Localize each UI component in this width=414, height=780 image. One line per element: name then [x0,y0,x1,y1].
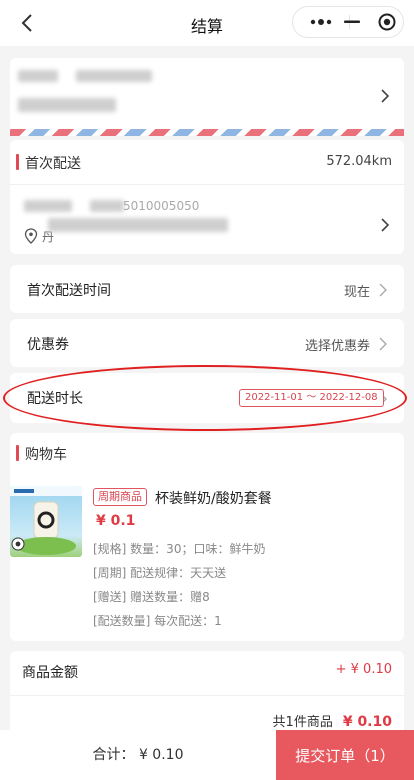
duration-label: 配送时长 [27,391,83,407]
item-count: 共1件商品 [272,715,333,730]
first-time-value: 现在 [343,285,370,300]
product-gift: [赠送] 赠送数量：赠8 [93,590,210,604]
mini-program-capsule [292,6,404,38]
cart-title: 购物车 [25,447,67,463]
goods-amount-label: 商品金额 [22,665,78,681]
cart-total-line: 共1件商品 ¥ 0.10 [273,711,392,730]
chevron-right-icon [378,88,392,103]
product-tag: 周期商品 [93,488,147,506]
divider [10,184,404,185]
chevron-right-icon [376,282,390,297]
first-time-label: 首次配送时间 [27,283,111,299]
duration-date-badge: 2022-11-01 ～ 2022-12-08 [239,389,384,407]
chevron-right-icon [376,336,390,351]
order-total: 合计： ¥ 0.10 [92,747,184,763]
chevron-right-icon[interactable] [378,217,392,232]
product-cycle: [周期] 配送规律：天天送 [93,566,227,580]
address-redacted-3 [18,98,116,112]
coupon-row[interactable]: 优惠券 选择优惠券 [10,319,404,367]
close-target-icon[interactable] [371,7,403,37]
cart-total: ¥ 0.10 [342,714,392,730]
section-accent [16,445,19,461]
section-accent [16,154,19,170]
location-pin-icon [24,228,38,244]
contact-phone: 5010005050 [123,199,200,213]
product-delivery-quantity: [配送数量] 每次配送：1 [93,614,222,628]
product-name[interactable]: 杯装鲜奶/酸奶套餐 [155,488,272,508]
address-redacted-4 [48,218,228,232]
coupon-value: 选择优惠券 [304,339,370,354]
contact-redacted-2 [90,200,124,212]
minimize-icon[interactable] [335,7,369,37]
product-image[interactable] [10,486,82,557]
coupon-label: 优惠券 [27,337,69,353]
product-price: ¥ 0.1 [96,513,136,529]
nav-bar: 结算 [0,0,414,46]
first-delivery-time-row[interactable]: 首次配送时间 现在 [10,265,404,313]
address-card[interactable] [10,58,404,130]
bottom-bar: 合计： ¥ 0.10 提交订单（1） [0,730,414,780]
submit-order-button[interactable]: 提交订单（1） [276,730,414,780]
airmail-border [10,129,404,136]
product-spec: [规格] 数量：30；口味：鲜牛奶 [93,542,266,556]
address-redacted-2 [76,70,152,82]
goods-amount-value: + ¥ 0.10 [335,662,392,677]
delivery-distance: 572.04km [326,154,392,169]
contact-redacted-1 [24,200,72,212]
delivery-label: 首次配送 [25,156,81,172]
address-redacted-1 [18,70,58,82]
divider [10,695,404,696]
delivery-card: 首次配送 572.04km 5010005050 丹 [10,140,404,254]
